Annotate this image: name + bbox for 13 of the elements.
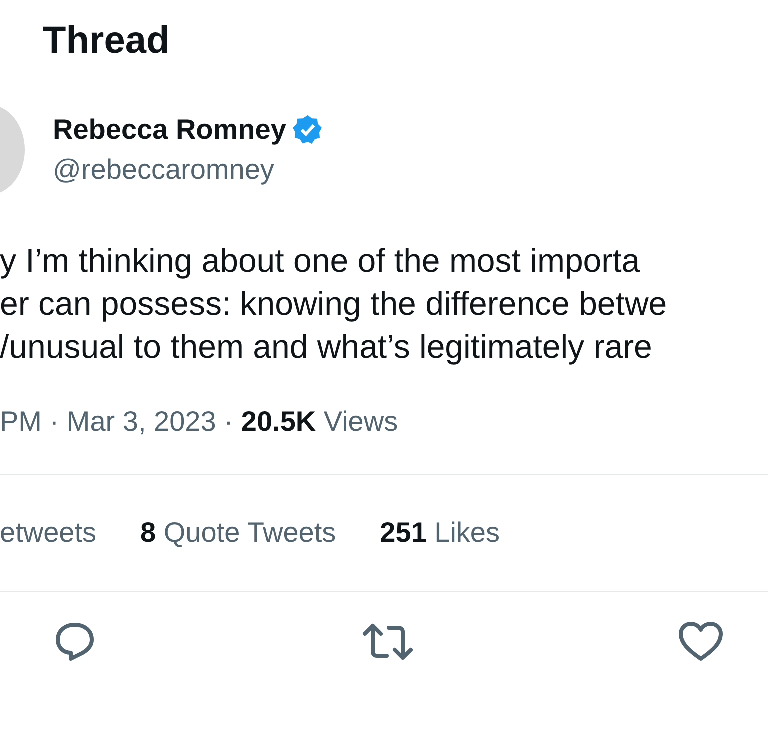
like-icon[interactable] — [678, 621, 724, 663]
tweet-text-line: /unusual to them and what’s legitimately rare — [0, 327, 654, 367]
view-count: 20.5K Views — [241, 406, 398, 438]
engagement-stat[interactable]: etweets — [0, 517, 96, 549]
tweet-text-line: y I’m thinking about one of the most importa — [0, 241, 642, 281]
tweet-text-line: er can possess: knowing the difference betwe — [0, 284, 668, 324]
retweet-icon[interactable] — [362, 623, 414, 661]
page-title: Thread — [43, 20, 170, 63]
author-handle[interactable]: @rebeccaromney — [53, 154, 324, 186]
author-name[interactable]: Rebecca Romney — [53, 114, 286, 146]
tweet-timestamp[interactable]: PM · Mar 3, 2023 · — [0, 406, 234, 438]
engagement-stat[interactable]: 8 Quote Tweets — [140, 517, 336, 549]
engagement-stat[interactable]: 251 Likes — [380, 517, 500, 549]
